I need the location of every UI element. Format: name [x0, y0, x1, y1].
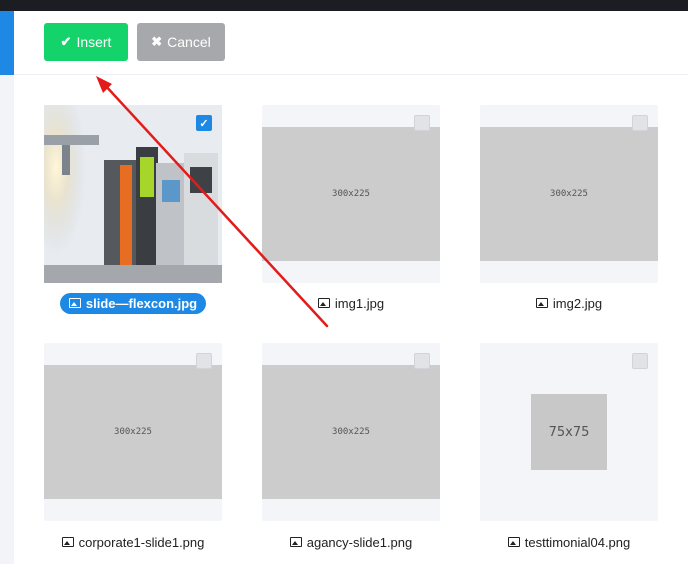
select-checkbox[interactable]: [196, 353, 212, 369]
cancel-button[interactable]: ✖ Cancel: [137, 23, 225, 61]
sidebar-active-indicator: [0, 11, 14, 75]
media-item-5-caption[interactable]: agancy-slide1.png: [262, 531, 440, 553]
media-item-3-caption[interactable]: img2.jpg: [480, 292, 658, 314]
media-item-4[interactable]: 300x225: [44, 343, 222, 521]
media-filename: testtimonial04.png: [524, 534, 631, 550]
media-filename: agancy-slide1.png: [306, 534, 413, 550]
window-top-bar: [0, 0, 688, 11]
image-icon: [535, 298, 548, 308]
media-item-4-caption[interactable]: corporate1-slide1.png: [44, 531, 222, 553]
thumbnail-dimensions: 300x225: [332, 189, 370, 199]
placeholder-thumbnail: 75x75: [531, 394, 607, 470]
placeholder-thumbnail: 300x225: [262, 365, 440, 499]
media-item-1-caption[interactable]: slide—flexcon.jpg: [44, 292, 222, 314]
media-item-5[interactable]: 300x225: [262, 343, 440, 521]
laser-machine-photo: [44, 105, 222, 283]
select-checkbox[interactable]: [632, 353, 648, 369]
placeholder-thumbnail: 300x225: [480, 127, 658, 261]
select-checkbox[interactable]: ✓: [196, 115, 212, 131]
image-icon: [289, 537, 302, 547]
media-filename: img1.jpg: [334, 295, 385, 311]
close-icon: ✖: [151, 34, 163, 49]
thumbnail-dimensions: 300x225: [114, 427, 152, 437]
media-toolbar: ✔ Insert ✖ Cancel: [14, 11, 688, 75]
cancel-button-label: Cancel: [167, 34, 211, 50]
check-icon: ✔: [60, 34, 72, 49]
media-item-2[interactable]: 300x225: [262, 105, 440, 283]
select-checkbox[interactable]: [414, 353, 430, 369]
placeholder-thumbnail: 300x225: [262, 127, 440, 261]
select-checkbox[interactable]: [632, 115, 648, 131]
select-checkbox[interactable]: [414, 115, 430, 131]
media-filename: img2.jpg: [552, 295, 603, 311]
thumbnail-dimensions: 300x225: [332, 427, 370, 437]
image-icon: [68, 298, 81, 308]
thumbnail-dimensions: 300x225: [550, 189, 588, 199]
media-filename: slide—flexcon.jpg: [85, 295, 198, 311]
insert-button-label: Insert: [76, 34, 112, 50]
media-item-6-caption[interactable]: testtimonial04.png: [480, 531, 658, 553]
media-item-1[interactable]: ✓: [44, 105, 222, 283]
thumbnail-dimensions: 75x75: [548, 424, 590, 440]
media-filename: corporate1-slide1.png: [78, 534, 205, 550]
image-icon: [317, 298, 330, 308]
media-item-2-caption[interactable]: img1.jpg: [262, 292, 440, 314]
placeholder-thumbnail: 300x225: [44, 365, 222, 499]
insert-button[interactable]: ✔ Insert: [44, 23, 128, 61]
image-icon: [507, 537, 520, 547]
image-icon: [61, 537, 74, 547]
media-item-3[interactable]: 300x225: [480, 105, 658, 283]
media-item-6[interactable]: 75x75: [480, 343, 658, 521]
sidebar-rail: [0, 75, 14, 564]
